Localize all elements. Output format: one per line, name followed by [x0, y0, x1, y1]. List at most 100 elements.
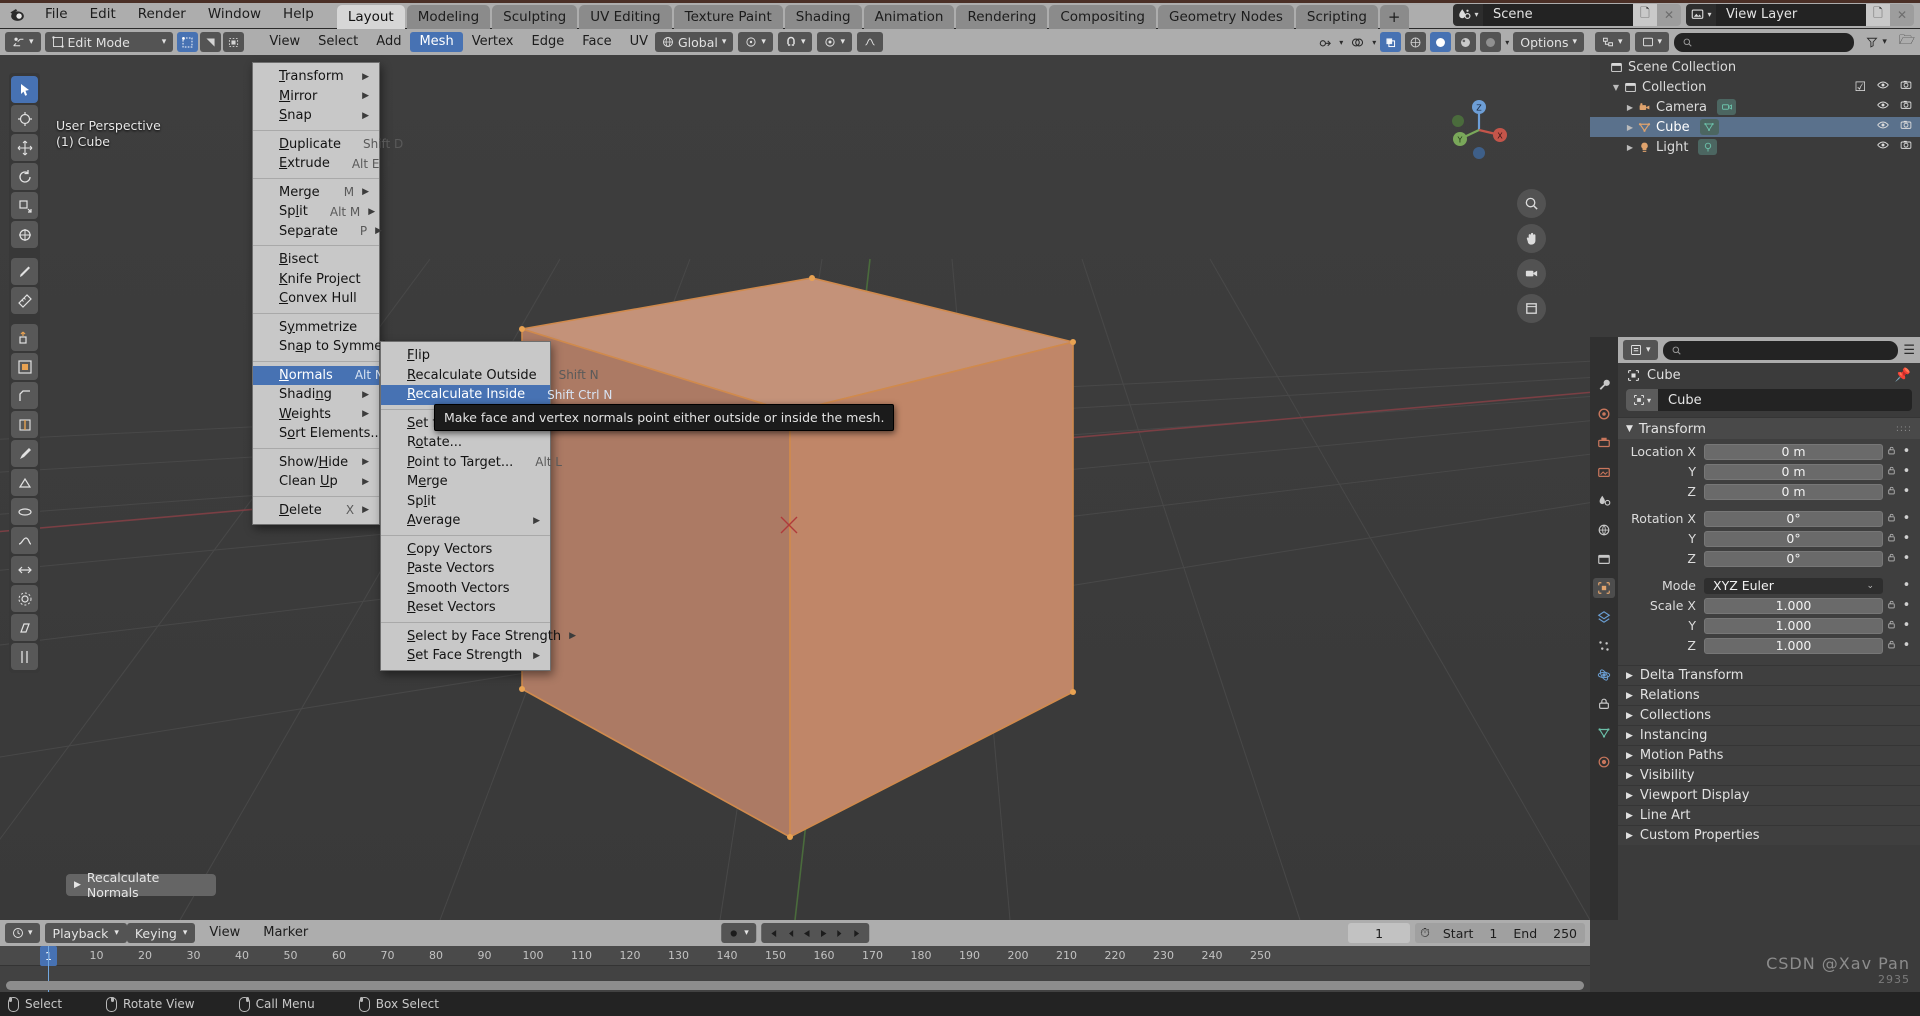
transform-orientation-selector[interactable]: Global ▾: [655, 32, 734, 52]
eye-icon[interactable]: [1877, 119, 1889, 135]
render-visibility-icon[interactable]: [1900, 79, 1912, 95]
workspace-tab-rendering[interactable]: Rendering: [956, 4, 1048, 29]
timeline-editor-type-button[interactable]: ▾: [5, 923, 40, 943]
object-name-field[interactable]: Cube: [1658, 389, 1912, 411]
workspace-tab-geometry-nodes[interactable]: Geometry Nodes: [1158, 4, 1294, 29]
transform-row-field[interactable]: 0 m: [1704, 443, 1883, 460]
menu-item-rotate[interactable]: Rotate...: [381, 433, 550, 453]
viewport-menu-vertex[interactable]: Vertex: [463, 32, 523, 52]
viewport-menu-mesh[interactable]: Mesh: [410, 32, 463, 52]
spin-tool-icon[interactable]: [11, 498, 38, 525]
lock-icon[interactable]: [1883, 512, 1900, 526]
menu-item-paste-vectors[interactable]: Paste Vectors: [381, 559, 550, 579]
outliner-search-input[interactable]: [1674, 32, 1855, 52]
eye-icon[interactable]: [1877, 99, 1889, 115]
normals-submenu[interactable]: Flip Recalculate Outside Shift N Recalculat…: [380, 341, 612, 671]
workspace-tab-uv-editing[interactable]: UV Editing: [579, 4, 672, 29]
properties-tab-output[interactable]: [1593, 433, 1615, 453]
transform-row-field[interactable]: 1.000: [1704, 617, 1883, 634]
shrink-fatten-tool-icon[interactable]: [11, 585, 38, 612]
mode-selector[interactable]: Edit Mode ▾: [44, 32, 174, 52]
unlink-scene-icon[interactable]: ✕: [1657, 3, 1681, 26]
scene-name[interactable]: Scene: [1483, 3, 1633, 26]
properties-tab-world[interactable]: [1593, 520, 1615, 540]
timeline-body[interactable]: [0, 946, 1590, 992]
properties-tab-object[interactable]: [1593, 578, 1615, 598]
start-value[interactable]: 1: [1481, 926, 1505, 941]
animate-property-icon[interactable]: •: [1900, 639, 1913, 652]
material-preview-icon[interactable]: [1455, 32, 1477, 52]
properties-editor[interactable]: ▾ ☰ Cube 📌 ▾ Cube ▼ Transform:::: Locat…: [1590, 337, 1920, 920]
menu-item-mirror[interactable]: Mirror ▶: [253, 87, 379, 107]
camera-view-icon[interactable]: [1517, 259, 1546, 288]
transform-row-field[interactable]: 1.000: [1704, 637, 1883, 654]
outliner-display-mode-button[interactable]: ▾: [1634, 32, 1670, 52]
menu-item-select-by-face-strength[interactable]: Select by Face Strength ▶: [381, 627, 576, 647]
viewport-3d[interactable]: ▾ Edit Mode ▾ View Select Add Mesh Vertex Edg: [0, 29, 1590, 920]
show-gizmo-icon[interactable]: [1314, 32, 1335, 52]
smooth-tool-icon[interactable]: [11, 527, 38, 554]
properties-tab-particles[interactable]: [1593, 636, 1615, 656]
properties-tab-tool[interactable]: [1593, 375, 1615, 395]
disclosure-triangle-icon[interactable]: ▼: [1610, 83, 1622, 92]
menu-item-delete[interactable]: Delete X ▶: [253, 501, 379, 521]
workspace-tab-modeling[interactable]: Modeling: [406, 4, 491, 29]
properties-tab-physics[interactable]: [1593, 665, 1615, 685]
viewport-menu-edge[interactable]: Edge: [522, 32, 573, 52]
eye-icon[interactable]: [1877, 139, 1889, 155]
transform-row-field[interactable]: 0°: [1704, 530, 1883, 547]
lock-icon[interactable]: [1883, 485, 1900, 499]
lock-icon[interactable]: [1883, 619, 1900, 633]
snap-target-button[interactable]: ▾: [738, 32, 773, 52]
mesh-menu[interactable]: Transform ▶ Mirror ▶ Snap ▶ Duplicate Shift D Ex…: [252, 62, 403, 525]
animate-property-icon[interactable]: •: [1900, 512, 1913, 525]
loop-cut-tool-icon[interactable]: [11, 411, 38, 438]
shear-tool-icon[interactable]: [11, 614, 38, 641]
filter-icon[interactable]: ▾: [1859, 32, 1894, 52]
animate-property-icon[interactable]: •: [1900, 619, 1913, 632]
animate-property-icon[interactable]: •: [1900, 485, 1913, 498]
disclosure-triangle-icon[interactable]: ▶: [1624, 143, 1636, 152]
tweak-tool-icon[interactable]: [11, 76, 38, 103]
outliner-row-camera[interactable]: ▶ Camera: [1590, 97, 1920, 117]
outliner-new-collection-icon[interactable]: 🗁: [1899, 31, 1915, 53]
annotate-tool-icon[interactable]: [11, 258, 38, 285]
properties-tab-modifiers[interactable]: [1593, 607, 1615, 627]
edge-select-icon[interactable]: [200, 32, 222, 52]
menu-item-flip[interactable]: Flip: [381, 346, 550, 366]
menu-item-convex-hull[interactable]: Convex Hull: [253, 289, 379, 309]
play-reverse-icon[interactable]: [798, 923, 815, 943]
menu-item-smooth-vectors[interactable]: Smooth Vectors: [381, 579, 550, 599]
top-menu-help[interactable]: Help: [272, 3, 325, 25]
properties-search-input[interactable]: [1662, 340, 1899, 360]
workspace-tab-animation[interactable]: Animation: [863, 4, 955, 29]
viewport-menu-face[interactable]: Face: [573, 32, 620, 52]
cursor-tool-icon[interactable]: [11, 105, 38, 132]
animate-property-icon[interactable]: •: [1900, 465, 1913, 478]
render-visibility-icon[interactable]: [1900, 99, 1912, 115]
poly-build-tool-icon[interactable]: [11, 469, 38, 496]
animate-property-icon[interactable]: •: [1900, 445, 1913, 458]
properties-tab-object-data[interactable]: [1593, 723, 1615, 743]
panel-collections[interactable]: ▶ Collections: [1618, 705, 1920, 725]
panel-visibility[interactable]: ▶ Visibility: [1618, 765, 1920, 785]
rotate-tool-icon[interactable]: [11, 163, 38, 190]
lock-icon[interactable]: [1883, 639, 1900, 653]
camera-data-icon[interactable]: [1717, 99, 1737, 115]
properties-tab-render[interactable]: [1593, 404, 1615, 424]
transform-row-field[interactable]: 0°: [1704, 510, 1883, 527]
transform-panel-header[interactable]: ▼ Transform ::::: [1618, 417, 1920, 439]
workspace-tab-shading[interactable]: Shading: [784, 4, 862, 29]
menu-item-show-hide[interactable]: Show/Hide ▶: [253, 453, 379, 473]
blender-logo-icon[interactable]: [0, 0, 34, 29]
transform-row-field[interactable]: 0 m: [1704, 483, 1883, 500]
xray-icon[interactable]: [1380, 32, 1402, 52]
menu-item-duplicate[interactable]: Duplicate Shift D: [253, 135, 403, 155]
menu-item-point-to-target[interactable]: Point to Target... Alt L: [381, 453, 562, 473]
menu-item-knife-project[interactable]: Knife Project: [253, 270, 379, 290]
lock-icon[interactable]: [1883, 465, 1900, 479]
end-value[interactable]: 250: [1545, 926, 1585, 941]
panel-line-art[interactable]: ▶ Line Art: [1618, 805, 1920, 825]
render-visibility-icon[interactable]: [1900, 139, 1912, 155]
new-scene-icon[interactable]: 🗋: [1633, 3, 1657, 26]
